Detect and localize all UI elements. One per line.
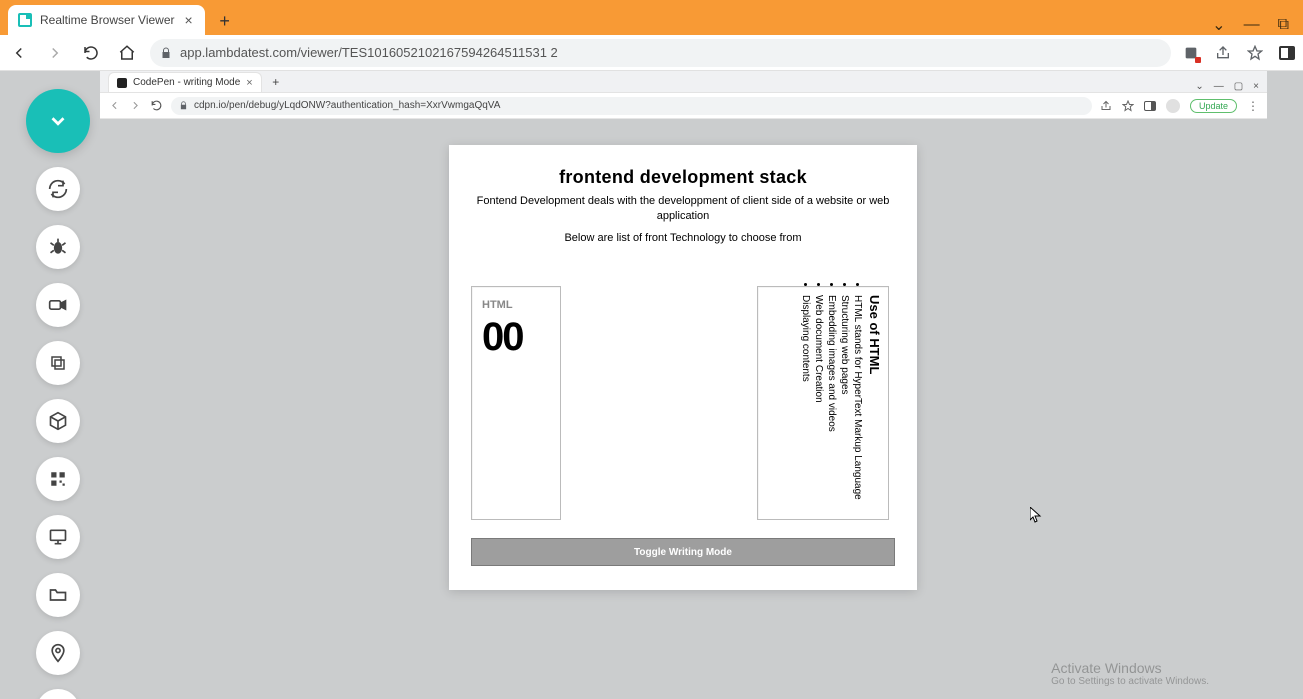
close-icon[interactable]: × (246, 77, 252, 89)
menu-dots-icon[interactable]: ⋮ (1247, 99, 1259, 113)
side-panel-icon[interactable] (1144, 101, 1156, 111)
chevron-down-icon[interactable]: ⌄ (1212, 15, 1225, 35)
remote-page-content: frontend development stack Fontend Devel… (100, 119, 1267, 699)
folder-icon[interactable] (36, 573, 80, 617)
host-tab-active[interactable]: Realtime Browser Viewer × (8, 5, 205, 35)
maximize-icon[interactable]: ⧉ (1278, 16, 1289, 34)
remote-tabs-row: CodePen - writing Mode × + ⌄ — ▢ × (100, 71, 1267, 93)
display-icon[interactable] (36, 515, 80, 559)
lambdatest-sidebar (26, 89, 90, 699)
close-icon[interactable]: × (1253, 81, 1259, 92)
forward-button[interactable] (44, 42, 66, 64)
copy-icon[interactable] (36, 341, 80, 385)
list-item: Embedding images and videos (826, 295, 837, 511)
lock-icon (179, 101, 188, 110)
reload-button[interactable] (80, 42, 102, 64)
close-icon[interactable]: × (183, 12, 195, 28)
sidebar-toggle-button[interactable] (26, 89, 90, 153)
list-item: Displaying contents (800, 295, 811, 511)
list-item: HTML stands for HyperText Markup Languag… (852, 295, 863, 511)
viewer-area: CodePen - writing Mode × + ⌄ — ▢ × cdpn.… (0, 71, 1303, 699)
side-panel-icon[interactable] (1279, 46, 1295, 60)
minimize-icon[interactable]: — (1214, 81, 1224, 92)
back-button[interactable] (8, 42, 30, 64)
switch-icon[interactable] (36, 167, 80, 211)
remote-browser: CodePen - writing Mode × + ⌄ — ▢ × cdpn.… (100, 71, 1267, 699)
list-item: Structuring web pages (839, 295, 850, 511)
host-url: app.lambdatest.com/viewer/TES10160521021… (180, 45, 558, 60)
right-box-heading: Use of HTML (867, 295, 882, 505)
share-icon[interactable] (1215, 45, 1231, 61)
location-pin-icon[interactable] (36, 631, 80, 675)
chevron-down-icon[interactable]: ⌄ (1195, 81, 1203, 92)
extension-icon[interactable] (1183, 45, 1199, 61)
maximize-icon[interactable]: ▢ (1234, 81, 1243, 92)
cursor-icon (1030, 507, 1042, 523)
video-record-icon[interactable] (36, 283, 80, 327)
new-tab-button[interactable]: + (211, 7, 239, 35)
host-address-bar[interactable]: app.lambdatest.com/viewer/TES10160521021… (150, 39, 1171, 67)
windows-watermark: Activate Windows Go to Settings to activ… (1051, 660, 1209, 687)
bug-icon[interactable] (36, 225, 80, 269)
lock-icon (160, 47, 172, 59)
demo-card: frontend development stack Fontend Devel… (449, 145, 917, 590)
star-icon[interactable] (1122, 100, 1134, 112)
host-tab-title: Realtime Browser Viewer (40, 13, 175, 27)
avatar[interactable] (1166, 99, 1180, 113)
watermark-line1: Activate Windows (1051, 660, 1209, 676)
page-heading: frontend development stack (471, 167, 895, 188)
right-box-list: HTML stands for HyperText Markup Languag… (800, 295, 867, 511)
codepen-favicon (117, 78, 127, 88)
tech-box-right: Use of HTML HTML stands for HyperText Ma… (757, 286, 889, 520)
update-button[interactable]: Update (1190, 99, 1237, 113)
remote-new-tab-button[interactable]: + (266, 72, 286, 92)
devtools-icon[interactable] (36, 457, 80, 501)
remote-url: cdpn.io/pen/debug/yLqdONW?authentication… (194, 100, 500, 111)
package-icon[interactable] (36, 399, 80, 443)
toggle-writing-mode-button[interactable]: Toggle Writing Mode (471, 538, 895, 566)
home-button[interactable] (116, 42, 138, 64)
upload-icon[interactable] (36, 689, 80, 699)
forward-button[interactable] (129, 99, 142, 112)
tech-box-left: HTML 00 (471, 286, 561, 520)
lambdatest-favicon (18, 13, 32, 27)
host-window-controls: ⌄ — ⧉ (1212, 15, 1295, 35)
page-subtitle-2: Below are list of front Technology to ch… (471, 231, 895, 246)
star-icon[interactable] (1247, 45, 1263, 61)
tech-label: HTML (482, 299, 550, 311)
remote-tab-title: CodePen - writing Mode (133, 77, 240, 88)
host-toolbar: app.lambdatest.com/viewer/TES10160521021… (0, 35, 1303, 71)
watermark-line2: Go to Settings to activate Windows. (1051, 676, 1209, 687)
remote-tab-active[interactable]: CodePen - writing Mode × (108, 72, 262, 92)
remote-toolbar: cdpn.io/pen/debug/yLqdONW?authentication… (100, 93, 1267, 119)
host-titlebar: Realtime Browser Viewer × + ⌄ — ⧉ (0, 0, 1303, 35)
page-subtitle-1: Fontend Development deals with the devel… (471, 194, 895, 225)
remote-address-bar[interactable]: cdpn.io/pen/debug/yLqdONW?authentication… (171, 97, 1092, 115)
back-button[interactable] (108, 99, 121, 112)
list-item: Web document Creation (813, 295, 824, 511)
tech-number: 00 (482, 315, 550, 360)
minimize-icon[interactable]: — (1244, 16, 1260, 34)
share-icon[interactable] (1100, 100, 1112, 112)
reload-button[interactable] (150, 99, 163, 112)
